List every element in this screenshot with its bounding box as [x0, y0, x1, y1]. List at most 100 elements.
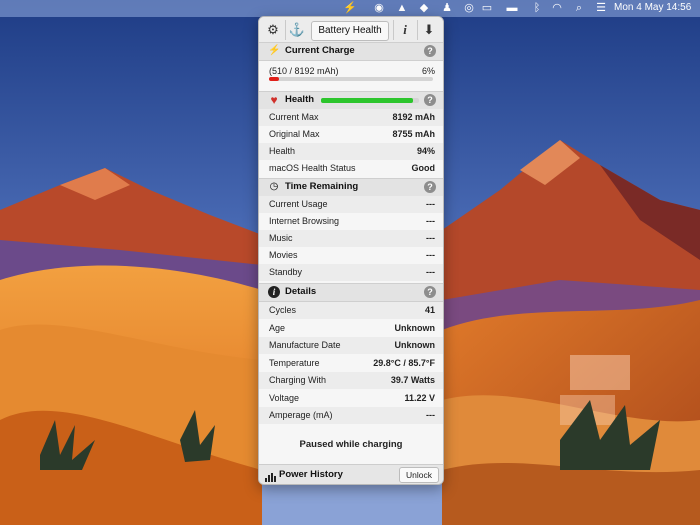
unlock-button[interactable]: Unlock: [399, 467, 439, 483]
status-message: Paused while charging: [299, 439, 403, 450]
current-charge-row: (510 / 8192 mAh) 6%: [259, 62, 443, 86]
gear-icon[interactable]: ⚙: [263, 21, 283, 39]
table-row: Age Unknown: [259, 320, 443, 337]
help-icon[interactable]: ?: [424, 45, 436, 57]
row-value: 41: [424, 305, 435, 315]
table-row: Standby ---: [259, 264, 443, 281]
charge-detail: (510 / 8192 mAh): [269, 66, 339, 76]
wifi-icon[interactable]: ◠: [550, 1, 564, 15]
row-label: Internet Browsing: [269, 216, 340, 226]
row-label: Current Max: [269, 112, 319, 122]
row-value: ---: [426, 233, 435, 243]
menu-bar: ⚡ ◉ ▲ ◆ ♟ ◎ ▭ ▬ ᛒ ◠ ⌕ ☰ Mon 4 May 14:56: [0, 0, 700, 17]
battery-health-title: Battery Health: [311, 21, 389, 41]
power-history-link[interactable]: Power History: [279, 469, 343, 480]
row-value: Good: [411, 163, 436, 173]
battery-health-popover: ⚙ ⚓ Battery Health i ⬇ ⚡ Current Charge …: [258, 16, 444, 485]
table-row: Manufacture Date Unknown: [259, 337, 443, 354]
table-row: Temperature 29.8°C / 85.7°F: [259, 355, 443, 372]
time-remaining-header: ◷ Time Remaining ?: [259, 178, 443, 197]
table-row: Cycles 41: [259, 302, 443, 319]
charge-bar-track: [269, 77, 433, 81]
popover-toolbar: ⚙ ⚓ Battery Health i ⬇: [259, 17, 443, 44]
app-icon-b[interactable]: ◆: [417, 1, 431, 15]
help-icon[interactable]: ?: [424, 94, 436, 106]
row-label: Manufacture Date: [269, 340, 341, 350]
row-value: Unknown: [394, 340, 436, 350]
download-icon[interactable]: ⬇: [419, 21, 439, 39]
help-icon[interactable]: ?: [424, 181, 436, 193]
details-header: i Details ?: [259, 283, 443, 302]
app-icon-a[interactable]: ▲: [395, 1, 409, 15]
row-label: Cycles: [269, 305, 297, 315]
table-row: Amperage (mA) ---: [259, 407, 443, 424]
row-label: Health: [269, 146, 296, 156]
clock-icon: ◷: [269, 181, 279, 192]
screen-icon[interactable]: ▭: [480, 1, 494, 15]
current-charge-header: ⚡ Current Charge ?: [259, 42, 443, 61]
toolbar-divider: [393, 20, 394, 40]
section-title: Details: [285, 286, 317, 297]
row-label: Music: [269, 233, 293, 243]
health-bar-track: [321, 98, 419, 103]
charge-percent: 6%: [421, 66, 435, 76]
section-title: Time Remaining: [285, 181, 359, 192]
row-label: macOS Health Status: [269, 163, 356, 173]
section-title: Current Charge: [285, 45, 355, 56]
table-row: Voltage 11.22 V: [259, 390, 443, 407]
anchor-icon[interactable]: ⚓: [287, 21, 307, 39]
row-label: Original Max: [269, 129, 320, 139]
section-title: Health: [285, 94, 315, 105]
popover-footer: Power History Unlock: [259, 464, 443, 484]
health-header: ♥ Health ?: [259, 91, 443, 110]
row-value: ---: [426, 250, 435, 260]
row-value: 94%: [416, 146, 435, 156]
row-label: Voltage: [269, 392, 300, 403]
toolbar-divider: [285, 20, 286, 40]
toolbar-divider: [417, 20, 418, 40]
row-value: 11.22 V: [404, 392, 435, 403]
row-value: ---: [426, 267, 435, 277]
row-label: Amperage (mA): [269, 410, 333, 420]
display-icon[interactable]: ◎: [462, 1, 476, 15]
row-value: 29.8°C / 85.7°F: [373, 357, 435, 368]
table-row: Movies ---: [259, 247, 443, 264]
row-value: ---: [426, 216, 435, 226]
table-row: macOS Health Status Good: [259, 160, 443, 177]
charge-bar-fill: [269, 77, 279, 81]
plug-icon: ⚡: [268, 45, 281, 56]
health-bar-fill: [321, 98, 414, 103]
table-row: Music ---: [259, 230, 443, 247]
table-row: Internet Browsing ---: [259, 213, 443, 230]
row-label: Age: [269, 322, 286, 333]
row-label: Standby: [269, 267, 303, 277]
wallet-icon[interactable]: ♟: [440, 1, 454, 15]
battery-app-icon[interactable]: ⚡: [343, 1, 357, 15]
table-row: Charging With 39.7 Watts: [259, 372, 443, 389]
control-center-icon[interactable]: ☰: [594, 1, 608, 15]
bar-chart-icon: [265, 469, 276, 482]
row-value: 8192 mAh: [392, 112, 435, 122]
menu-bar-clock[interactable]: Mon 4 May 14:56: [614, 2, 691, 13]
table-row: Health 94%: [259, 143, 443, 160]
info-icon[interactable]: i: [395, 21, 415, 39]
table-row: Current Usage ---: [259, 196, 443, 213]
row-label: Movies: [269, 250, 298, 260]
row-value: ---: [426, 410, 435, 420]
row-label: Charging With: [269, 375, 327, 385]
row-value: 39.7 Watts: [390, 375, 435, 385]
table-row: Original Max 8755 mAh: [259, 126, 443, 143]
bluetooth-icon[interactable]: ᛒ: [530, 1, 544, 15]
row-value: 8755 mAh: [392, 129, 435, 139]
row-value: Unknown: [394, 322, 436, 333]
row-label: Temperature: [269, 357, 320, 368]
row-label: Current Usage: [269, 199, 328, 209]
battery-status-icon[interactable]: ▬: [505, 1, 519, 15]
help-icon[interactable]: ?: [424, 286, 436, 298]
heart-icon: ♥: [270, 93, 278, 107]
search-icon[interactable]: ⌕: [572, 1, 586, 15]
accessibility-icon[interactable]: ◉: [372, 1, 386, 15]
table-row: Current Max 8192 mAh: [259, 109, 443, 126]
row-value: ---: [426, 199, 435, 209]
info-circle-icon: i: [268, 286, 280, 298]
